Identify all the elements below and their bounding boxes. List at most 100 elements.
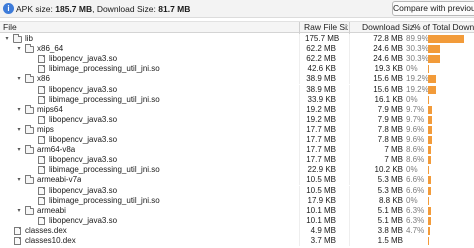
percent-bar [428, 45, 440, 54]
percent-cell: 0% [406, 165, 418, 175]
download-size-cell: 72.8 MB [373, 34, 403, 43]
column-divider [349, 145, 350, 156]
file-icon [38, 85, 45, 94]
download-size-label: , Download Size: [92, 4, 156, 14]
tree-row-file[interactable]: libimage_processing_util_jni.so 42.6 KB 19… [0, 64, 474, 75]
raw-size-cell: 19.2 MB [306, 104, 336, 114]
raw-size-cell: 62.2 MB [306, 44, 336, 54]
raw-size-cell: 42.6 KB [307, 64, 336, 74]
tree-row-name: libimage_processing_util_jni.so [49, 64, 160, 74]
tree-row-name: libimage_processing_util_jni.so [49, 165, 160, 175]
folder-icon [13, 34, 22, 43]
column-divider[interactable] [349, 22, 350, 34]
column-header-download-size[interactable]: Download Size [362, 22, 414, 34]
percent-bar [428, 237, 429, 245]
column-divider [349, 135, 350, 145]
percent-cell: 6.6% [406, 185, 425, 195]
tree-row-file[interactable]: libopencv_java3.so 10.1 MB 5.1 MB 6.3% [0, 215, 474, 226]
download-size-cell: 7 MB [384, 155, 403, 165]
column-divider [299, 236, 300, 246]
download-size-cell: 7.8 MB [377, 135, 403, 144]
tree-row-folder[interactable]: ▾ armeabi-v7a 10.5 MB 5.3 MB 6.6% [0, 175, 474, 186]
collapse-chevron-icon[interactable]: ▾ [16, 46, 22, 52]
tree-row-name: libopencv_java3.so [49, 114, 118, 124]
raw-size-cell: 22.9 KB [307, 165, 336, 175]
file-icon [38, 65, 45, 74]
tree-row-name: libopencv_java3.so [49, 84, 118, 94]
tree-row-file[interactable]: libopencv_java3.so 62.2 MB 24.6 MB 30.3% [0, 54, 474, 65]
tree-row-file[interactable]: libopencv_java3.so 19.2 MB 7.9 MB 9.7% [0, 114, 474, 125]
download-size-cell: 8.8 KB [378, 195, 403, 205]
tree-row-file[interactable]: classes.dex 4.9 MB 3.8 MB 4.7% [0, 225, 474, 236]
tree-row-name: libopencv_java3.so [49, 54, 118, 64]
tree-row-folder[interactable]: ▾ x86_64 62.2 MB 24.6 MB 30.3% [0, 44, 474, 55]
column-header-file[interactable]: File [3, 22, 293, 34]
column-divider [299, 185, 300, 196]
tree-row-folder[interactable]: ▾ armeabi 10.1 MB 5.1 MB 6.3% [0, 205, 474, 216]
tree-row-folder[interactable]: ▾ arm64-v8a 17.7 MB 7 MB 8.6% [0, 145, 474, 156]
download-size-cell: 15.6 MB [373, 84, 403, 94]
tree-row-folder[interactable]: ▾ lib 175.7 MB 72.8 MB 89.9% [0, 34, 474, 44]
percent-cell: 9.7% [406, 104, 425, 114]
column-divider [299, 155, 300, 166]
collapse-chevron-icon[interactable]: ▾ [16, 177, 22, 183]
file-icon [38, 55, 45, 64]
tree-row-name: libopencv_java3.so [49, 155, 118, 165]
column-divider [349, 114, 350, 125]
folder-icon [25, 124, 34, 134]
collapse-chevron-icon[interactable]: ▾ [16, 208, 22, 214]
percent-bar [428, 115, 432, 124]
column-divider [349, 205, 350, 216]
column-divider [349, 74, 350, 85]
tree-row-file[interactable]: classes10.dex 3.7 MB 1.5 MB [0, 236, 474, 246]
percent-cell: 9.7% [406, 114, 425, 124]
collapse-chevron-icon[interactable]: ▾ [16, 107, 22, 113]
tree-row-file[interactable]: libopencv_java3.so 10.5 MB 5.3 MB 6.6% [0, 185, 474, 196]
collapse-chevron-icon[interactable]: ▾ [16, 127, 22, 133]
collapse-chevron-icon[interactable]: ▾ [16, 147, 22, 153]
column-divider [299, 74, 300, 85]
download-size-cell: 7 MB [384, 145, 403, 155]
percent-cell: 6.3% [406, 215, 425, 225]
tree-row-file[interactable]: libimage_processing_util_jni.so 22.9 KB 10… [0, 165, 474, 176]
percent-bar [428, 95, 429, 104]
tree-row-file[interactable]: libopencv_java3.so 38.9 MB 15.6 MB 19.2% [0, 84, 474, 95]
column-divider[interactable] [299, 22, 300, 34]
collapse-chevron-icon[interactable]: ▾ [16, 76, 22, 82]
percent-bar [428, 65, 429, 74]
raw-size-cell: 17.7 MB [306, 145, 336, 155]
column-header-percent[interactable]: % of Total Download S [413, 22, 474, 34]
download-size-cell: 5.3 MB [377, 175, 403, 185]
percent-cell: 4.7% [406, 225, 425, 235]
percent-cell: 30.3% [406, 54, 429, 64]
column-divider [349, 225, 350, 236]
tree-row-folder[interactable]: ▾ x86 38.9 MB 15.6 MB 19.2% [0, 74, 474, 85]
folder-icon [25, 74, 34, 84]
tree-row-folder[interactable]: ▾ mips 17.7 MB 7.8 MB 9.6% [0, 124, 474, 135]
column-divider [299, 114, 300, 125]
column-divider [299, 64, 300, 75]
raw-size-cell: 10.5 MB [306, 185, 336, 195]
raw-size-cell: 10.1 MB [306, 205, 336, 215]
column-header-raw-size[interactable]: Raw File Size [304, 22, 348, 34]
percent-bar [428, 216, 431, 225]
folder-icon [25, 44, 34, 54]
download-size-cell: 7.9 MB [377, 104, 403, 114]
percent-cell: 0% [406, 64, 418, 74]
tree-row-name: x86 [37, 74, 50, 84]
compare-apk-button[interactable]: Compare with previous APK... [392, 1, 474, 16]
tree-row-name: mips64 [37, 104, 63, 114]
percent-bar [428, 35, 464, 43]
download-size-cell: 24.6 MB [373, 54, 403, 64]
raw-size-cell: 38.9 MB [306, 74, 336, 84]
column-divider [299, 124, 300, 135]
tree-row-file[interactable]: libimage_processing_util_jni.so 17.9 KB 8.… [0, 195, 474, 206]
collapse-chevron-icon[interactable]: ▾ [4, 36, 10, 42]
tree-row-file[interactable]: libimage_processing_util_jni.so 33.9 KB 16… [0, 94, 474, 105]
tree-row-folder[interactable]: ▾ mips64 19.2 MB 7.9 MB 9.7% [0, 104, 474, 115]
raw-size-cell: 19.2 MB [306, 114, 336, 124]
percent-cell [406, 236, 428, 246]
tree-row-file[interactable]: libopencv_java3.so 17.7 MB 7.8 MB 9.6% [0, 135, 474, 145]
tree-row-file[interactable]: libopencv_java3.so 17.7 MB 7 MB 8.6% [0, 155, 474, 166]
percent-bar [428, 156, 431, 165]
